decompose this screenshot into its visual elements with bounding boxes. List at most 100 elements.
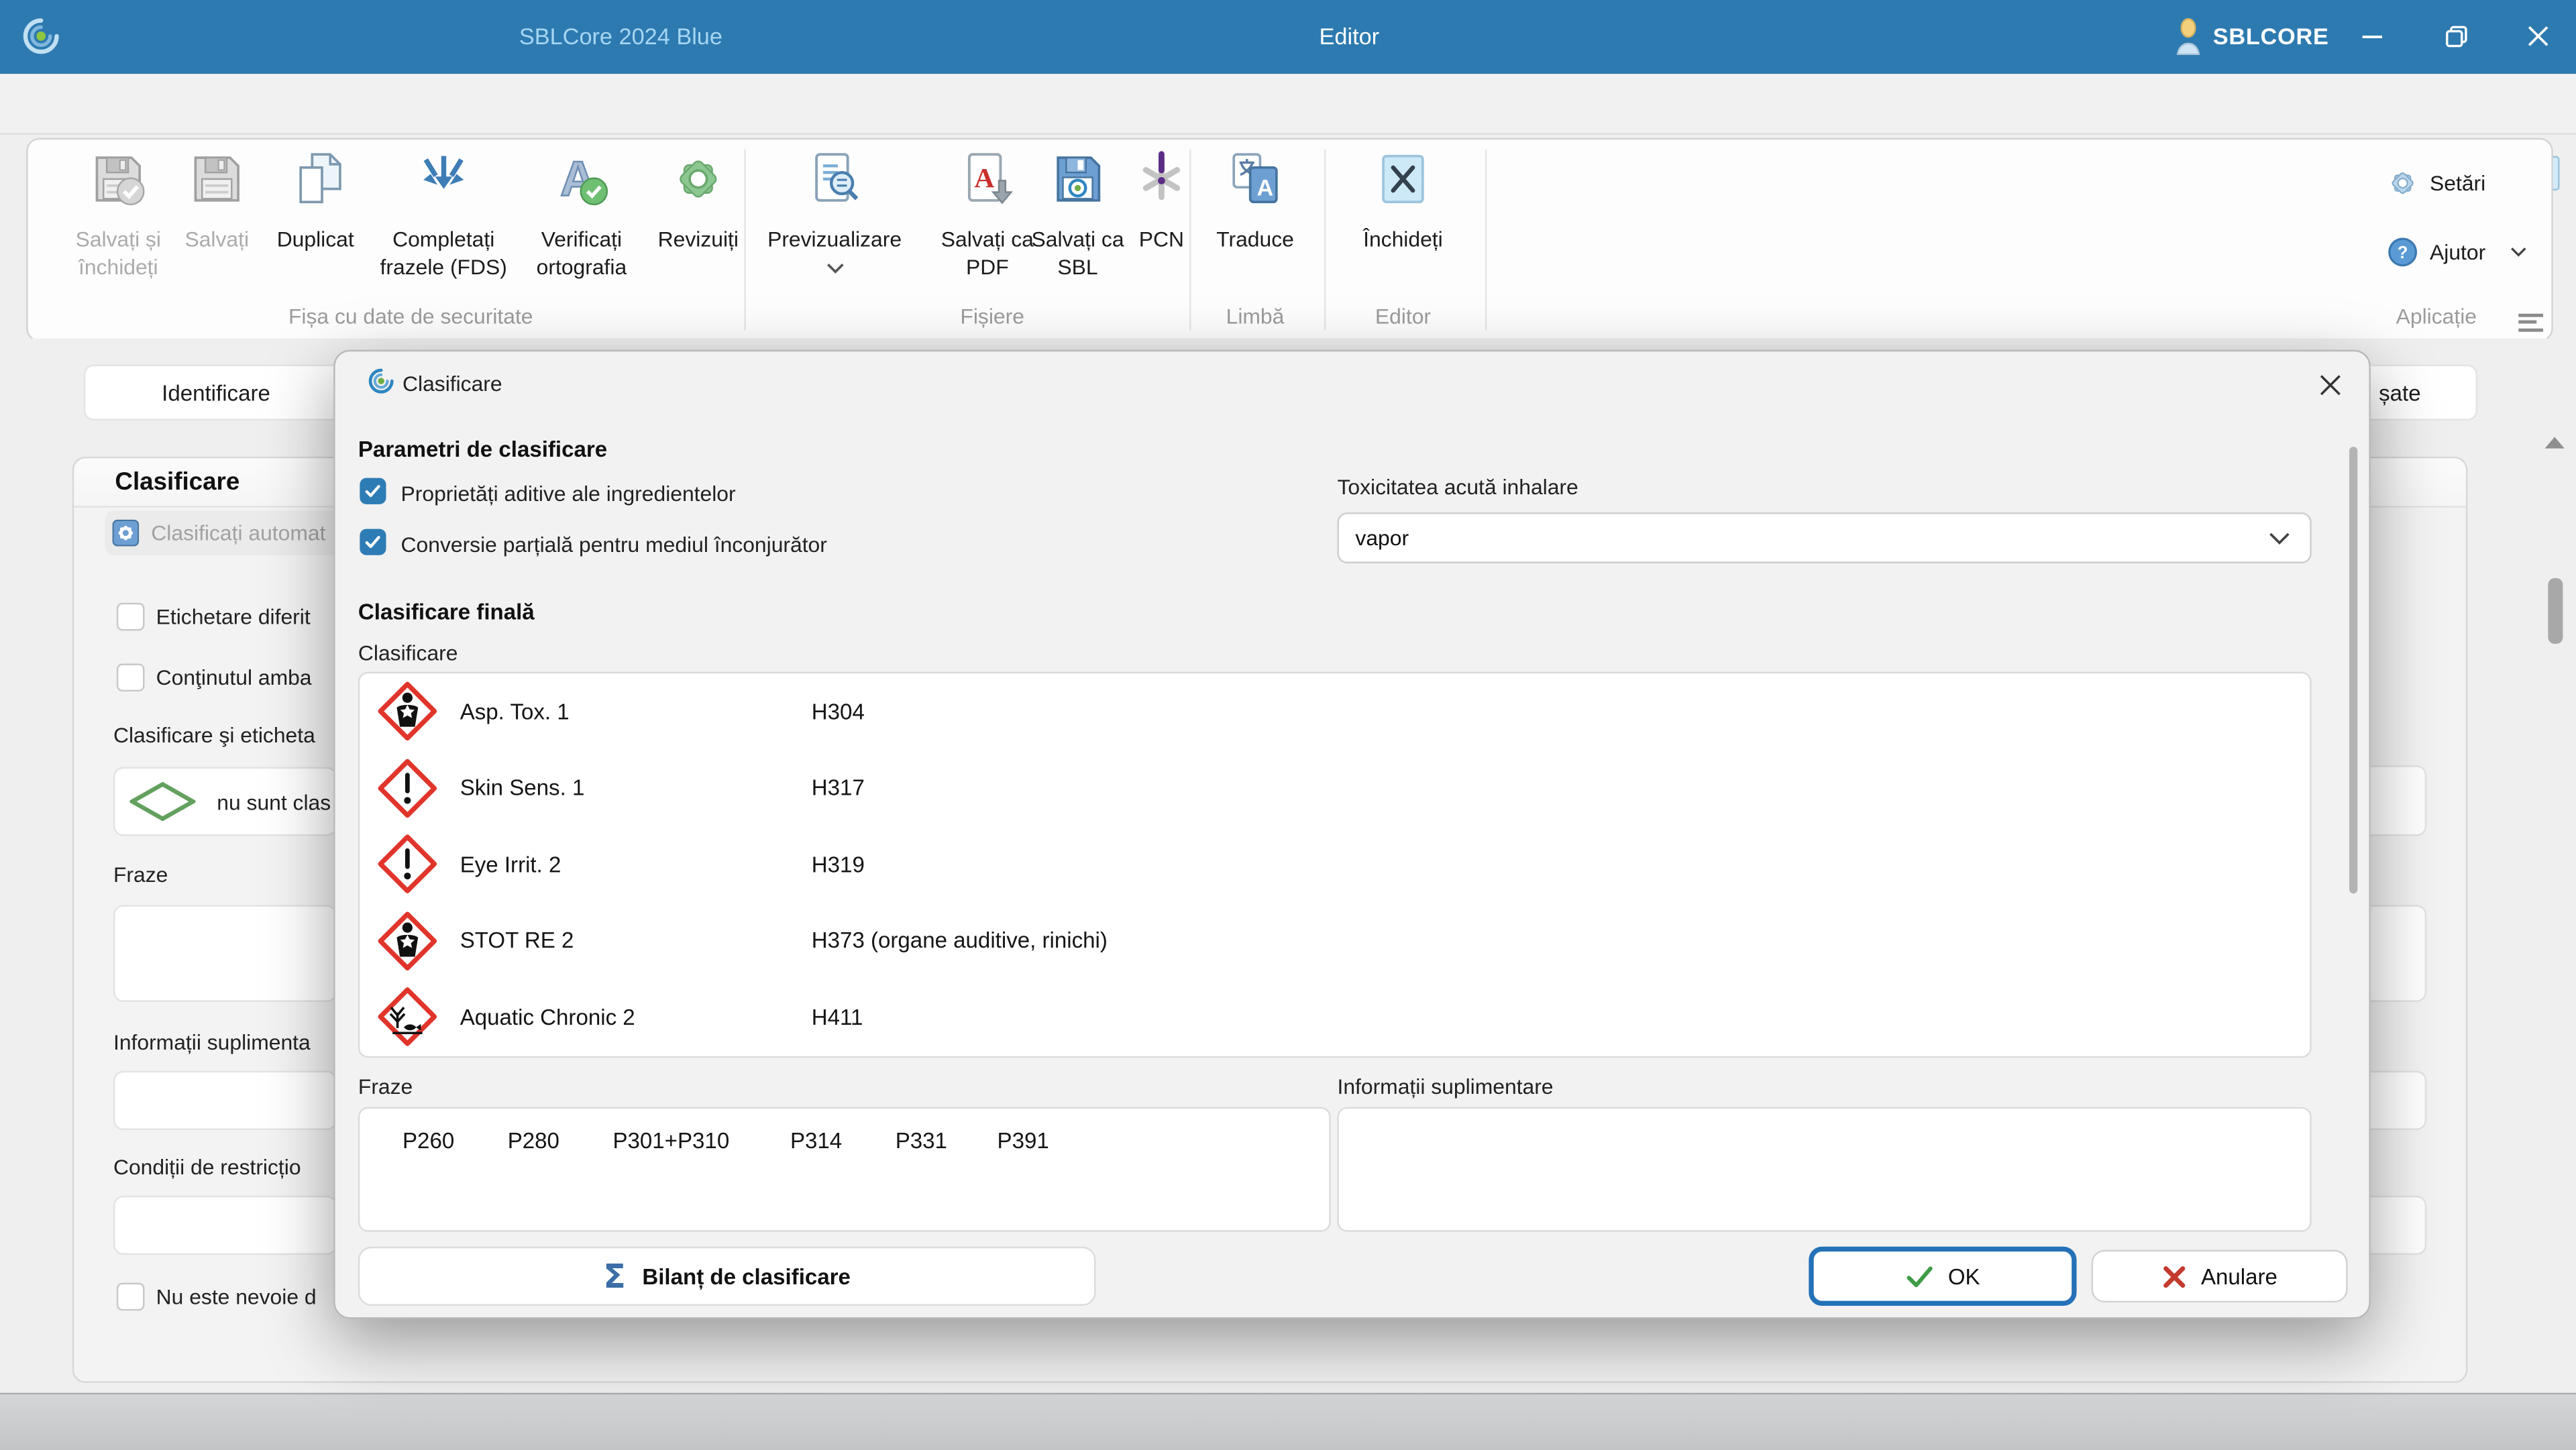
- cancel-label: Anulare: [2201, 1264, 2277, 1288]
- minimize-button[interactable]: [2349, 13, 2396, 60]
- ghs07-exclamation-icon: [376, 757, 439, 819]
- classification-row[interactable]: Asp. Tox. 1 H304: [360, 673, 2310, 750]
- close-icon: [2317, 372, 2342, 397]
- hazard-statement-code: H411: [812, 1005, 863, 1029]
- classification-list[interactable]: Asp. Tox. 1 H304 Skin Sens. 1 H317 E: [358, 672, 2312, 1058]
- svg-text:A: A: [974, 163, 994, 194]
- restriction-conditions-label: Condiții de restricțio: [113, 1155, 333, 1180]
- group-options-icon[interactable]: [2518, 309, 2543, 335]
- no-need-label: Nu este nevoie d: [156, 1284, 333, 1309]
- scrollbar-up-arrow[interactable]: [2544, 437, 2564, 448]
- help-button[interactable]: ? Ajutor: [2387, 237, 2526, 268]
- spellcheck-button[interactable]: A Verificați ortografia: [516, 146, 647, 281]
- fill-phrases-icon: [368, 146, 519, 219]
- close-editor-label: Închideți: [1346, 225, 1460, 254]
- pdf-icon: A: [940, 146, 1035, 219]
- ghs08-health-hazard-icon: [376, 909, 439, 972]
- additional-info-field[interactable]: [113, 1071, 337, 1130]
- pcn-icon: [1124, 146, 1199, 219]
- ribbon-separator: [1485, 150, 1487, 330]
- duplicate-button[interactable]: Duplicat: [263, 146, 368, 253]
- save-as-pdf-label: Salvați ca PDF: [940, 225, 1035, 281]
- sbl-save-icon: [1030, 146, 1126, 219]
- additional-info-box[interactable]: [1337, 1107, 2311, 1232]
- classification-dialog: Clasificare Parametri de clasificare Pro…: [333, 350, 2371, 1319]
- restriction-conditions-field[interactable]: [113, 1196, 337, 1255]
- duplicate-label: Duplicat: [263, 225, 368, 254]
- minimize-icon: [2361, 25, 2383, 48]
- preview-button[interactable]: Previzualizare: [749, 146, 920, 282]
- save-and-close-button[interactable]: Salvați și închideți: [66, 146, 171, 281]
- package-content-checkbox[interactable]: [117, 663, 145, 691]
- different-labeling-label: Etichetare diferit: [156, 604, 333, 629]
- auto-classify-label: Clasificați automat: [151, 520, 325, 545]
- classification-row[interactable]: Aquatic Chronic 2 H411: [360, 979, 2310, 1056]
- settings-button[interactable]: Setări: [2387, 168, 2485, 199]
- ok-button[interactable]: OK: [1809, 1247, 2076, 1306]
- ribbon-toolbar: Salvați și închideți Salvați: [26, 138, 2553, 342]
- dialog-scrollbar-thumb[interactable]: [2349, 447, 2357, 893]
- save-button[interactable]: Salvați: [176, 146, 258, 253]
- phrases-field[interactable]: [113, 905, 337, 1001]
- pcn-button[interactable]: PCN: [1124, 146, 1199, 253]
- dialog-close-button[interactable]: [2312, 366, 2348, 402]
- save-as-pdf-button[interactable]: A Salvați ca PDF: [940, 146, 1035, 281]
- close-window-button[interactable]: [2515, 13, 2561, 60]
- help-icon: ?: [2387, 237, 2418, 268]
- group-label-aplicatie: Aplicație: [2371, 304, 2502, 329]
- scrollbar-thumb[interactable]: [2548, 578, 2563, 644]
- pcn-label: PCN: [1124, 225, 1199, 254]
- no-need-checkbox[interactable]: [117, 1283, 145, 1311]
- p-phrase[interactable]: P331: [896, 1128, 947, 1153]
- not-classified-text: nu sunt clas: [217, 790, 331, 815]
- p-phrase[interactable]: P301+P310: [612, 1128, 729, 1153]
- section-tab-identificare[interactable]: Identificare: [84, 365, 348, 421]
- p-phrases-box[interactable]: P260 P280 P301+P310 P314 P331 P391: [358, 1107, 1331, 1232]
- ok-check-icon: [1905, 1264, 1933, 1288]
- settings-gear-icon: [2387, 168, 2418, 199]
- restore-button[interactable]: [2433, 13, 2479, 60]
- ribbon-separator: [744, 150, 745, 330]
- application-window: SBLCore 2024 Blue Editor SBLCORE Fișele …: [0, 0, 2576, 1449]
- fill-phrases-button[interactable]: Completați frazele (FDS): [368, 146, 519, 281]
- group-label-fisiere: Fișiere: [894, 304, 1091, 329]
- additional-info-field-label: Informații suplimenta: [113, 1030, 333, 1055]
- ghs07-exclamation-icon: [376, 833, 439, 895]
- close-editor-button[interactable]: Închideți: [1346, 146, 1460, 253]
- user-name: SBLCORE: [2213, 23, 2329, 49]
- group-label-fisa: Fișa cu date de securitate: [230, 304, 592, 329]
- hazard-statement-code: H317: [812, 776, 865, 801]
- cancel-x-icon: [2161, 1264, 2186, 1288]
- partial-conversion-checkbox[interactable]: [360, 529, 386, 555]
- chevron-down-icon: [2269, 531, 2290, 545]
- hazard-class-name: Skin Sens. 1: [460, 776, 812, 801]
- additive-properties-checkbox[interactable]: [360, 478, 386, 504]
- classification-row[interactable]: STOT RE 2 H373 (organe auditive, rinichi…: [360, 903, 2310, 979]
- revise-button[interactable]: Revizuiți: [641, 146, 755, 253]
- ribbon-separator: [1324, 150, 1326, 330]
- save-icon: [176, 146, 258, 219]
- phrases-label: Fraze: [358, 1074, 413, 1099]
- save-as-sbl-button[interactable]: Salvați ca SBL: [1030, 146, 1126, 281]
- package-content-label: Conţinutul amba: [156, 665, 333, 690]
- save-and-close-label: Salvați și închideți: [66, 225, 171, 281]
- p-phrase[interactable]: P280: [508, 1128, 559, 1153]
- partial-tab-label: șate: [2379, 380, 2421, 405]
- dialog-logo-icon: [366, 366, 396, 396]
- classification-row[interactable]: Eye Irrit. 2 H319: [360, 826, 2310, 903]
- different-labeling-checkbox[interactable]: [117, 603, 145, 631]
- cancel-button[interactable]: Anulare: [2092, 1250, 2348, 1302]
- toxicity-dropdown[interactable]: vapor: [1337, 512, 2311, 563]
- p-phrase[interactable]: P391: [998, 1128, 1049, 1153]
- group-label-editor: Editor: [1337, 304, 1468, 329]
- spellcheck-label: Verificați ortografia: [516, 225, 647, 281]
- translate-button[interactable]: A Traduce: [1203, 146, 1308, 253]
- check-icon: [363, 532, 382, 551]
- classification-row[interactable]: Skin Sens. 1 H317: [360, 750, 2310, 826]
- not-classified-field[interactable]: nu sunt clas: [113, 767, 337, 836]
- classification-balance-button[interactable]: Σ Bilanț de clasificare: [358, 1247, 1096, 1306]
- translate-label: Traduce: [1203, 225, 1308, 254]
- p-phrase[interactable]: P314: [790, 1128, 842, 1153]
- close-icon: [2527, 25, 2550, 48]
- p-phrase[interactable]: P260: [402, 1128, 454, 1153]
